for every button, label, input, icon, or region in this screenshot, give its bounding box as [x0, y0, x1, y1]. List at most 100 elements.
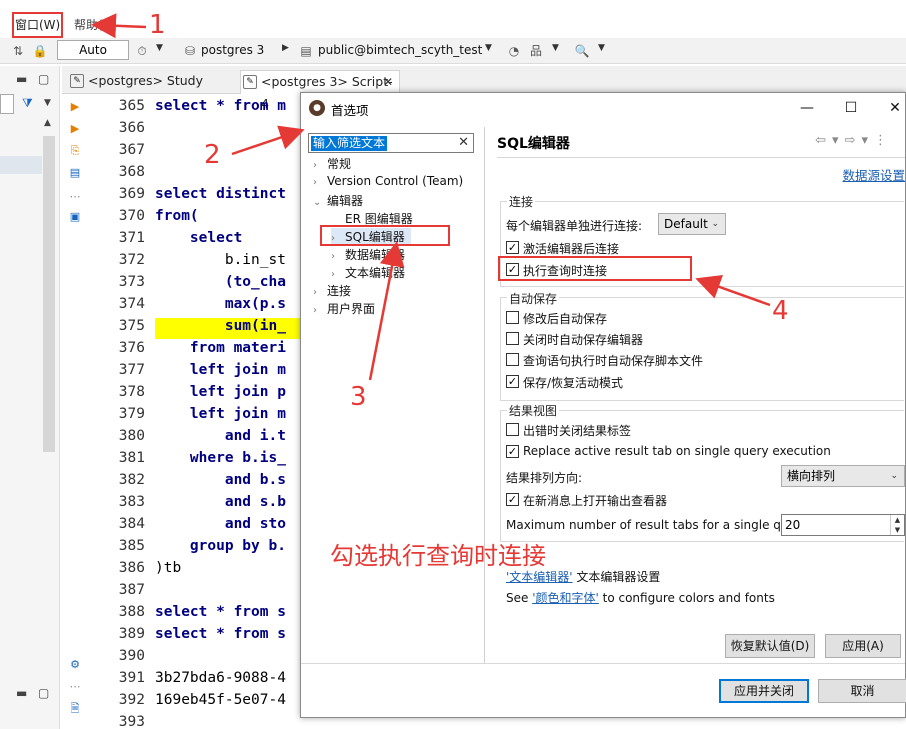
line-number: 382	[118, 472, 145, 488]
open-output-label: 在新消息上打开输出查看器	[523, 494, 668, 508]
chevron-down-icon: ⌄	[711, 219, 719, 229]
max-tabs-spinner[interactable]: 20 ▲ ▼	[781, 514, 905, 536]
menu-icon[interactable]: ⋮	[874, 133, 893, 148]
connect-on-activate-checkbox[interactable]: ✓	[506, 241, 519, 254]
chevron-right-icon: ›	[313, 177, 317, 188]
maximize-window-icon[interactable]: ☐	[841, 98, 861, 118]
gear-icon[interactable]: ⚙	[68, 658, 82, 672]
sql-editor[interactable]: select * from m select distinct from( sele…	[155, 94, 305, 729]
console-icon[interactable]: ▣	[68, 210, 82, 224]
tab-script-4[interactable]: ✎ <postgres 3> Script-4 ✕	[240, 70, 400, 111]
restore-defaults-button[interactable]: 恢复默认值(D)	[725, 634, 815, 658]
menu-help[interactable]: 帮助(H)	[74, 16, 116, 33]
execute-script-icon[interactable]: ⎘	[68, 144, 82, 158]
code-line: 3b27bda6-9088-4	[155, 670, 286, 686]
cancel-button[interactable]: 取消	[818, 679, 906, 703]
chevron-down-icon[interactable]: ▾	[832, 133, 845, 148]
annotation-number-2: 2	[204, 140, 221, 170]
tab-study[interactable]: ✎ <postgres> Study	[68, 70, 238, 94]
annotation-box-connect-on-execute	[498, 256, 692, 281]
clear-filter-icon[interactable]: ✕	[458, 135, 469, 150]
history-icon[interactable]: ⏱	[134, 43, 150, 59]
chevron-down-icon[interactable]: ▼	[156, 43, 163, 53]
colors-fonts-link[interactable]: '颜色和字体'	[532, 591, 599, 605]
dashboard-icon[interactable]: ◔	[506, 43, 522, 59]
code-line: where b.is_	[155, 450, 286, 466]
transaction-icon[interactable]: ⇅	[10, 43, 26, 59]
open-output-checkbox[interactable]: ✓	[506, 493, 519, 506]
document-icon[interactable]: 🗎	[68, 702, 82, 716]
active-connection[interactable]: postgres 3	[201, 43, 264, 57]
tree-item-version-control[interactable]: › Version Control (Team)	[313, 174, 463, 188]
navigator-scrollbar[interactable]	[43, 136, 55, 452]
replace-active-label: Replace active result tab on single quer…	[523, 444, 831, 458]
line-number: 378	[118, 384, 145, 400]
chevron-down-icon[interactable]: ▼	[44, 98, 51, 108]
close-on-error-checkbox[interactable]	[506, 423, 519, 436]
tree-item-general[interactable]: › 常规	[313, 155, 351, 172]
chevron-down-icon[interactable]: ▾	[861, 133, 874, 148]
separate-connection-select[interactable]: Default ⌄	[658, 213, 726, 235]
chevron-down-icon[interactable]: ▼	[598, 43, 605, 53]
execute-statement-icon[interactable]: ▶	[68, 100, 82, 114]
page-title: SQL编辑器	[497, 136, 570, 152]
minimize-icon[interactable]: ▬	[16, 72, 27, 86]
code-line: select distinct	[155, 186, 286, 202]
save-active-checkbox[interactable]: ✓	[506, 375, 519, 388]
connection-dropdown-icon[interactable]: ▶	[282, 43, 289, 53]
network-icon[interactable]: 品	[528, 43, 544, 59]
chevron-down-icon: ⌄	[890, 471, 898, 481]
text-editor-link[interactable]: '文本编辑器'	[506, 570, 573, 584]
scroll-up-icon[interactable]: ▲	[44, 118, 51, 128]
tree-item-text-editor[interactable]: › 文本编辑器	[331, 264, 405, 281]
spinner-arrows-icon[interactable]: ▲ ▼	[890, 515, 904, 535]
save-on-close-checkbox[interactable]	[506, 332, 519, 345]
navigator-filter-input[interactable]	[0, 94, 14, 114]
connect-on-activate-label: 激活编辑器后连接	[523, 242, 620, 256]
tree-label: 编辑器	[327, 194, 364, 208]
line-number: 388	[118, 604, 145, 620]
schema-dropdown-icon[interactable]: ▼	[485, 43, 492, 53]
orientation-select[interactable]: 横向排列 ⌄	[781, 465, 905, 487]
active-schema[interactable]: public@bimtech_scyth_test	[318, 43, 482, 57]
code-line: group by b.	[155, 538, 286, 554]
search-icon[interactable]: 🔍	[574, 43, 590, 59]
code-line: left join m	[155, 406, 286, 422]
commit-mode-select[interactable]: Auto	[57, 40, 129, 60]
lock-icon[interactable]: 🔒	[32, 43, 48, 59]
dialog-title: 首选项	[331, 103, 369, 118]
close-window-icon[interactable]: ✕	[885, 98, 905, 118]
forward-icon[interactable]: ⇨	[845, 133, 862, 148]
apply-and-close-button[interactable]: 应用并关闭	[719, 679, 809, 703]
maximize-icon[interactable]: ▢	[38, 686, 49, 700]
explain-plan-icon[interactable]: ▤	[68, 166, 82, 180]
execute-new-tab-icon[interactable]: ▶	[68, 122, 82, 136]
tree-label: ER 图编辑器	[345, 212, 413, 226]
tree-item-editors[interactable]: ⌄ 编辑器	[313, 192, 363, 209]
apply-button[interactable]: 应用(A)	[825, 634, 901, 658]
minimize-icon[interactable]: ▬	[16, 686, 27, 700]
navigator-selected-row[interactable]	[0, 156, 42, 174]
filter-icon[interactable]: ⧩	[22, 96, 33, 111]
back-icon[interactable]: ⇦	[815, 133, 832, 148]
line-number: 385	[118, 538, 145, 554]
tree-item-connection[interactable]: › 连接	[313, 282, 351, 299]
code-line: )tb	[155, 560, 182, 576]
preferences-dialog: ● 首选项 — ☐ ✕ 输入筛选文本 ✕ › 常规 › Version Contro…	[300, 92, 906, 718]
tree-label: 连接	[327, 284, 352, 298]
autosave-group-title: 自动保存	[507, 290, 560, 307]
save-on-query-checkbox[interactable]	[506, 353, 519, 366]
text-editor-suffix: 文本编辑器设置	[572, 570, 661, 584]
preferences-filter-input[interactable]: 输入筛选文本 ✕	[308, 133, 474, 153]
tree-item-data-editor[interactable]: › 数据编辑器	[331, 246, 405, 263]
save-on-change-checkbox[interactable]	[506, 311, 519, 324]
minimize-window-icon[interactable]: —	[797, 98, 817, 118]
tree-item-ui[interactable]: › 用户界面	[313, 300, 375, 317]
close-icon[interactable]: ✕	[383, 71, 393, 93]
datasource-settings-link[interactable]: 数据源设置	[842, 165, 905, 184]
maximize-icon[interactable]: ▢	[38, 72, 49, 86]
replace-active-checkbox[interactable]: ✓	[506, 445, 519, 458]
chevron-down-icon[interactable]: ▼	[552, 43, 559, 53]
line-number: 365	[118, 98, 145, 114]
line-number: 393	[118, 714, 145, 729]
